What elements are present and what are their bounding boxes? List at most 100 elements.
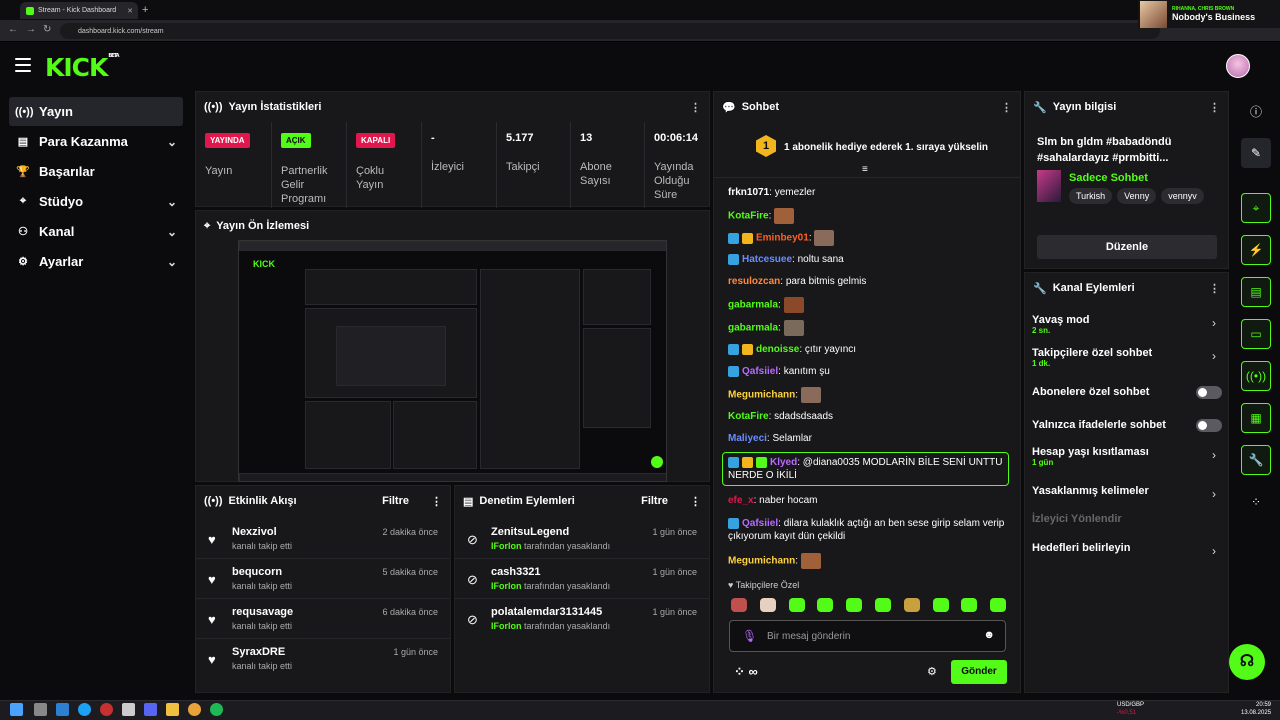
follower-name[interactable]: Nexzivol (232, 526, 277, 538)
sidebar-item-ayarlar[interactable]: ⚙ Ayarlar ⌄ (9, 247, 183, 276)
preview-icon[interactable]: ⌖ (1241, 193, 1271, 223)
microphone-icon[interactable]: 🎙 (742, 629, 757, 643)
document-icon[interactable]: ▤ (1241, 277, 1271, 307)
chat-username[interactable]: gabarmala (728, 323, 778, 334)
chat-badge-icon[interactable] (728, 232, 739, 244)
followers-only-setting[interactable]: Takipçilere özel sohbet 1 dk. › (1032, 347, 1222, 368)
emote-image[interactable] (800, 387, 821, 403)
reload-icon[interactable]: ↻ (43, 24, 51, 35)
follower-name[interactable]: SyraxDRE (232, 646, 285, 658)
banned-user[interactable]: cash3321 (491, 566, 541, 578)
chat-username[interactable]: efe_x (728, 495, 754, 506)
chat-badge-icon[interactable] (742, 456, 753, 468)
info-icon[interactable]: ⓘ (1241, 96, 1271, 126)
category-thumbnail[interactable] (1037, 170, 1061, 202)
avatar[interactable] (1226, 54, 1250, 78)
ticker-widget[interactable]: USD/GBP -%0,51 (1117, 701, 1144, 717)
more-options-icon[interactable]: ⋮ (1209, 282, 1220, 295)
chat-username[interactable]: resulozcan (728, 276, 780, 287)
browser-tab[interactable]: Stream - Kick Dashboard ✕ (20, 2, 138, 19)
chat-username[interactable]: Megumichann (728, 390, 795, 401)
emote-button[interactable] (875, 598, 891, 612)
banned-words-setting[interactable]: Yasaklanmış kelimeler › (1032, 485, 1222, 501)
chat-username[interactable]: gabarmala (728, 300, 778, 311)
tag[interactable]: vennyv (1161, 188, 1204, 204)
account-age-setting[interactable]: Hesap yaşı kısıtlaması 1 gün › (1032, 446, 1222, 467)
emote-button[interactable] (932, 598, 949, 612)
chat-username[interactable]: Qafsiiel (742, 518, 778, 529)
discord-icon[interactable] (144, 703, 157, 716)
outlook-icon[interactable] (56, 703, 69, 716)
edge-icon[interactable] (78, 703, 91, 716)
tag[interactable]: Turkish (1069, 188, 1113, 204)
filter-button[interactable]: Filtre (641, 495, 668, 507)
emote-button[interactable] (990, 598, 1007, 612)
support-icon[interactable]: ☊ (1229, 644, 1265, 680)
more-options-icon[interactable]: ⋮ (690, 101, 701, 114)
banned-user[interactable]: ZenitsuLegend (491, 526, 569, 538)
edit-icon[interactable]: ✎ (1241, 138, 1271, 168)
chat-badge-icon[interactable] (728, 253, 739, 265)
hamburger-menu-icon[interactable] (15, 58, 31, 72)
sidebar-item-yayin[interactable]: ((•)) Yayın (9, 97, 183, 126)
collapse-icon[interactable]: ≡ (862, 164, 868, 175)
sidebar-item-basarilar[interactable]: 🏆 Başarılar (9, 157, 183, 186)
pinned-goal[interactable]: 1 1 abonelik hediye ederek 1. sıraya yük… (714, 122, 1020, 178)
follower-name[interactable]: bequcorn (232, 566, 282, 578)
chrome-icon[interactable] (188, 703, 201, 716)
subscribers-only-toggle[interactable] (1196, 386, 1222, 399)
chat-badge-icon[interactable] (728, 365, 739, 377)
layout-icon[interactable]: ▦ (1241, 403, 1271, 433)
chat-username[interactable]: denoisse (756, 344, 799, 355)
stream-preview-video[interactable]: KICK (238, 240, 667, 482)
emote-button[interactable] (759, 598, 776, 612)
app-icon[interactable] (100, 703, 113, 716)
chat-badge-icon[interactable] (728, 456, 739, 468)
emote-button[interactable] (817, 598, 834, 612)
points-icon[interactable]: ⁘ ∞ (734, 664, 758, 680)
chat-badge-icon[interactable] (728, 343, 739, 355)
emote-button[interactable] (846, 598, 863, 612)
clock[interactable]: 20:59 13.08.2025 (1241, 701, 1271, 717)
chat-icon[interactable]: ▭ (1241, 319, 1271, 349)
apps-icon[interactable]: ⁘ (1241, 487, 1271, 517)
banned-user[interactable]: polatalemdar3131445 (491, 606, 602, 618)
back-icon[interactable]: ← (8, 24, 18, 35)
forward-icon[interactable]: → (26, 24, 36, 35)
broadcast-icon[interactable]: ((•)) (1241, 361, 1271, 391)
more-options-icon[interactable]: ⋮ (1001, 101, 1012, 114)
chat-username[interactable]: KotaFire (728, 211, 769, 222)
emote-only-toggle[interactable] (1196, 419, 1222, 432)
search-icon[interactable] (34, 703, 47, 716)
chat-badge-icon[interactable] (742, 232, 753, 244)
more-options-icon[interactable]: ⋮ (1209, 101, 1220, 114)
folder-icon[interactable] (166, 703, 179, 716)
edit-button[interactable]: Düzenle (1037, 235, 1217, 259)
emote-button[interactable] (903, 598, 920, 612)
follower-name[interactable]: requsavage (232, 606, 293, 618)
chat-badge-icon[interactable] (742, 343, 753, 355)
chat-username[interactable]: KotaFire (728, 411, 769, 422)
more-options-icon[interactable]: ⋮ (431, 495, 442, 508)
send-button[interactable]: Gönder (951, 660, 1007, 684)
chat-username[interactable]: Klyed (770, 457, 797, 468)
chat-username[interactable]: Hatcesuee (742, 254, 792, 265)
chat-settings-icon[interactable]: ⚙ (927, 665, 937, 678)
tag[interactable]: Venny (1117, 188, 1157, 204)
chat-username[interactable]: Eminbey01 (756, 233, 809, 244)
emote-button[interactable] (788, 598, 805, 612)
sidebar-item-studyo[interactable]: ⌖ Stüdyo ⌄ (9, 187, 183, 216)
wrench-icon[interactable]: 🔧 (1241, 445, 1271, 475)
emoji-icon[interactable]: ☻ (983, 629, 995, 641)
chat-badge-icon[interactable] (756, 456, 767, 468)
kick-logo[interactable]: KICKBETA (45, 53, 120, 82)
more-options-icon[interactable]: ⋮ (690, 495, 701, 508)
close-tab-icon[interactable]: ✕ (127, 7, 133, 15)
emote-button[interactable] (731, 598, 747, 612)
spotify-icon[interactable] (210, 703, 223, 716)
chat-username[interactable]: frkn1071 (728, 187, 769, 198)
chat-username[interactable]: Qafsiiel (742, 366, 778, 377)
set-goals-setting[interactable]: Hedefleri belirleyin › (1032, 542, 1222, 558)
emote-image[interactable] (783, 320, 804, 336)
lightning-icon[interactable]: ⚡ (1241, 235, 1271, 265)
